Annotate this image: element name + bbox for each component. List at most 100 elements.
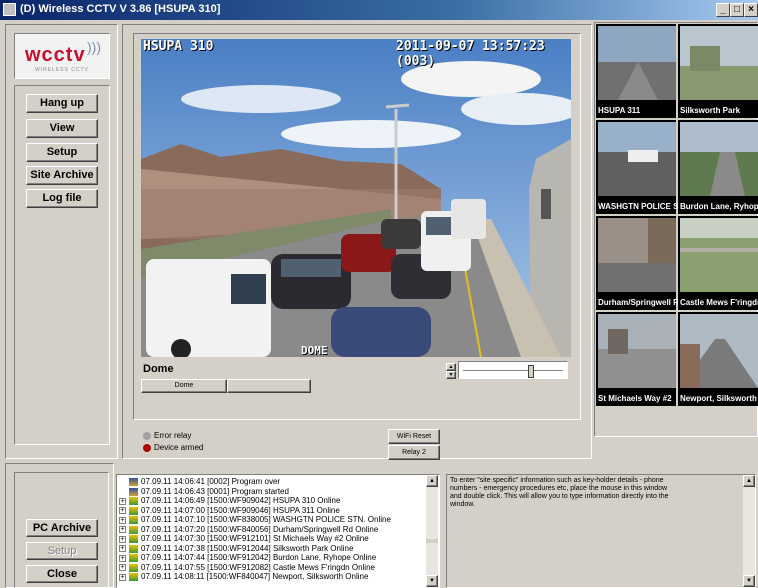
thumbnail-image [680, 122, 758, 196]
maximize-button[interactable]: □ [730, 3, 744, 17]
relay-2-button[interactable]: Relay 2 [388, 445, 440, 460]
expand-icon[interactable]: + [119, 516, 126, 524]
thumbnail-label: Silksworth Park [680, 106, 741, 115]
thumbnail-label: Castle Mews F'ringdn [680, 298, 758, 307]
setup-button[interactable]: Setup [26, 143, 98, 162]
wireless-waves-icon: ))) [87, 39, 101, 55]
device-armed-indicator-icon [143, 444, 151, 452]
log-row[interactable]: 07.09.11 14:06:43 [0001] Program started [119, 486, 289, 496]
archive-setup-button[interactable]: Setup [26, 542, 98, 560]
hourglass-icon [129, 478, 138, 486]
logo-subtext: WIRELESS CCTV [35, 67, 89, 73]
spin-down-icon[interactable]: ▼ [446, 371, 456, 379]
thumbnail-burdon-lane[interactable]: Burdon Lane, Ryhope [678, 120, 758, 214]
log-row[interactable]: +07.09.11 14:07:00 [1500:WF909046] HSUPA… [119, 505, 340, 515]
log-row-text: 07.09.11 14:07:38 [1500:WF912044] Silksw… [141, 543, 354, 553]
thumbnail-image [680, 314, 758, 388]
thumbnail-image [680, 26, 758, 100]
expand-icon[interactable]: + [119, 497, 126, 505]
log-row[interactable]: +07.09.11 14:07:30 [1500:WF912101] St Mi… [119, 535, 369, 543]
camera-icon [129, 544, 138, 553]
wifi-reset-button[interactable]: WiFi Reset [388, 429, 440, 444]
log-row-text: 07.09.11 14:07:44 [1500:WF912042] Burdon… [141, 553, 377, 563]
log-row[interactable]: 07.09.11 14:06:41 [0002] Program over [119, 478, 280, 486]
log-row-text: 07.09.11 14:07:20 [1500:WF840056] Durham… [141, 524, 379, 534]
log-file-button[interactable]: Log file [26, 189, 98, 208]
notes-scrollbar[interactable]: ▲ ▼ [743, 475, 755, 587]
close-window-button[interactable]: × [744, 3, 758, 17]
camera-icon [129, 497, 138, 505]
camera-icon [129, 525, 138, 534]
minimize-button[interactable]: _ [716, 3, 730, 17]
zoom-slider[interactable] [458, 361, 568, 379]
camera-icon [129, 573, 138, 581]
expand-icon[interactable]: + [119, 554, 126, 562]
thumbnail-durham-springwell[interactable]: Durham/Springwell Rd [596, 216, 684, 310]
thumbnail-image [680, 218, 758, 292]
notes-scroll-up-icon[interactable]: ▲ [743, 475, 755, 487]
log-row[interactable]: +07.09.11 14:07:55 [1500:WF912082] Castl… [119, 562, 375, 572]
thumbnail-image [598, 218, 676, 292]
spin-up-icon[interactable]: ▲ [446, 363, 456, 371]
thumbnail-label: HSUPA 311 [598, 106, 641, 115]
title-bar[interactable]: (D) Wireless CCTV V 3.86 [HSUPA 310] _ □… [0, 0, 758, 20]
site-archive-button[interactable]: Site Archive [26, 166, 98, 185]
camera-icon [129, 535, 138, 543]
empty-tab[interactable] [227, 379, 311, 393]
log-scrollbar[interactable]: ▲ ▼ [426, 475, 438, 587]
expand-icon[interactable]: + [119, 564, 126, 571]
log-row-text: 07.09.11 14:06:49 [1500:WF909042] HSUPA … [141, 496, 341, 506]
expand-icon[interactable]: + [119, 545, 126, 552]
hang-up-button[interactable]: Hang up [26, 94, 98, 113]
slider-track [463, 370, 563, 371]
expand-icon[interactable]: + [119, 573, 126, 581]
notes-scroll-down-icon[interactable]: ▼ [743, 575, 755, 587]
dome-tab[interactable]: Dome [141, 379, 227, 393]
log-row[interactable]: +07.09.11 14:06:49 [1500:WF909042] HSUPA… [119, 497, 340, 505]
scroll-down-icon[interactable]: ▼ [426, 575, 438, 587]
thumbnail-st-michaels-way[interactable]: St Michaels Way #2 [596, 312, 676, 406]
view-button[interactable]: View [26, 119, 98, 138]
log-row[interactable]: +07.09.11 14:07:10 [1500:WF838005] WASHG… [119, 516, 391, 524]
expand-icon[interactable]: + [119, 535, 126, 543]
pc-archive-button[interactable]: PC Archive [26, 519, 98, 537]
log-row[interactable]: +07.09.11 14:07:44 [1500:WF912042] Burdo… [119, 554, 376, 562]
thumbnail-hsupa-311[interactable]: HSUPA 311 [596, 24, 676, 118]
log-row-text: 07.09.11 14:07:55 [1500:WF912082] Castle… [141, 562, 375, 572]
log-row[interactable]: +07.09.11 14:07:20 [1500:WF840056] Durha… [119, 524, 379, 534]
camera-icon [129, 554, 138, 562]
camera-caption: Dome [143, 363, 174, 375]
thumbnail-label: St Michaels Way #2 [598, 394, 672, 403]
close-button[interactable]: Close [26, 565, 98, 583]
expand-icon[interactable]: + [119, 507, 126, 514]
thumbnail-image [598, 122, 676, 196]
scroll-up-icon[interactable]: ▲ [426, 475, 438, 487]
zoom-spinner[interactable]: ▲ ▼ [446, 363, 456, 379]
site-notes-box[interactable]: To enter "site specific" information suc… [446, 474, 756, 588]
thumbnail-label: Newport, Silksworth [680, 394, 757, 403]
thumbnail-silksworth-park[interactable]: Silksworth Park [678, 24, 758, 118]
event-log[interactable]: 07.09.11 14:06:41 [0002] Program over 07.… [116, 474, 440, 588]
thumbnail-washgtn-police-stn[interactable]: WASHGTN POLICE STN. [596, 120, 691, 214]
log-row-text: 07.09.11 14:06:41 [0002] Program over [141, 477, 281, 487]
log-row-text: 07.09.11 14:07:00 [1500:WF909046] HSUPA … [141, 505, 340, 515]
log-row[interactable]: +07.09.11 14:08:11 [1500:WF840047] Newpo… [119, 573, 368, 581]
camera-name-overlay: HSUPA 310 [143, 39, 214, 54]
camera-view[interactable]: HSUPA 310 2011-09-07 13:57:23 (003) DOME [141, 39, 571, 357]
error-relay-label: Error relay [154, 431, 192, 440]
sidebar-buttons-panel [14, 85, 110, 445]
scroll-thumb[interactable] [426, 539, 438, 543]
thumbnail-castle-mews[interactable]: Castle Mews F'ringdn [678, 216, 758, 310]
log-row-text: 07.09.11 14:06:43 [0001] Program started [141, 486, 289, 496]
slider-thumb[interactable] [528, 365, 534, 378]
thumbnail-newport-silksworth[interactable]: Newport, Silksworth [678, 312, 758, 406]
thumbnail-label: Durham/Springwell Rd [598, 298, 684, 307]
error-relay-indicator-icon [143, 432, 151, 440]
log-row[interactable]: +07.09.11 14:07:38 [1500:WF912044] Silks… [119, 543, 354, 553]
log-row-text: 07.09.11 14:07:10 [1500:WF838005] WASHGT… [141, 515, 391, 525]
camera-datetime-overlay: 2011-09-07 13:57:23 (003) [396, 39, 545, 69]
thumbnail-image [598, 26, 676, 100]
device-armed-label: Device armed [154, 443, 204, 452]
log-row-text: 07.09.11 14:07:30 [1500:WF912101] St Mic… [141, 534, 369, 544]
expand-icon[interactable]: + [119, 526, 126, 533]
